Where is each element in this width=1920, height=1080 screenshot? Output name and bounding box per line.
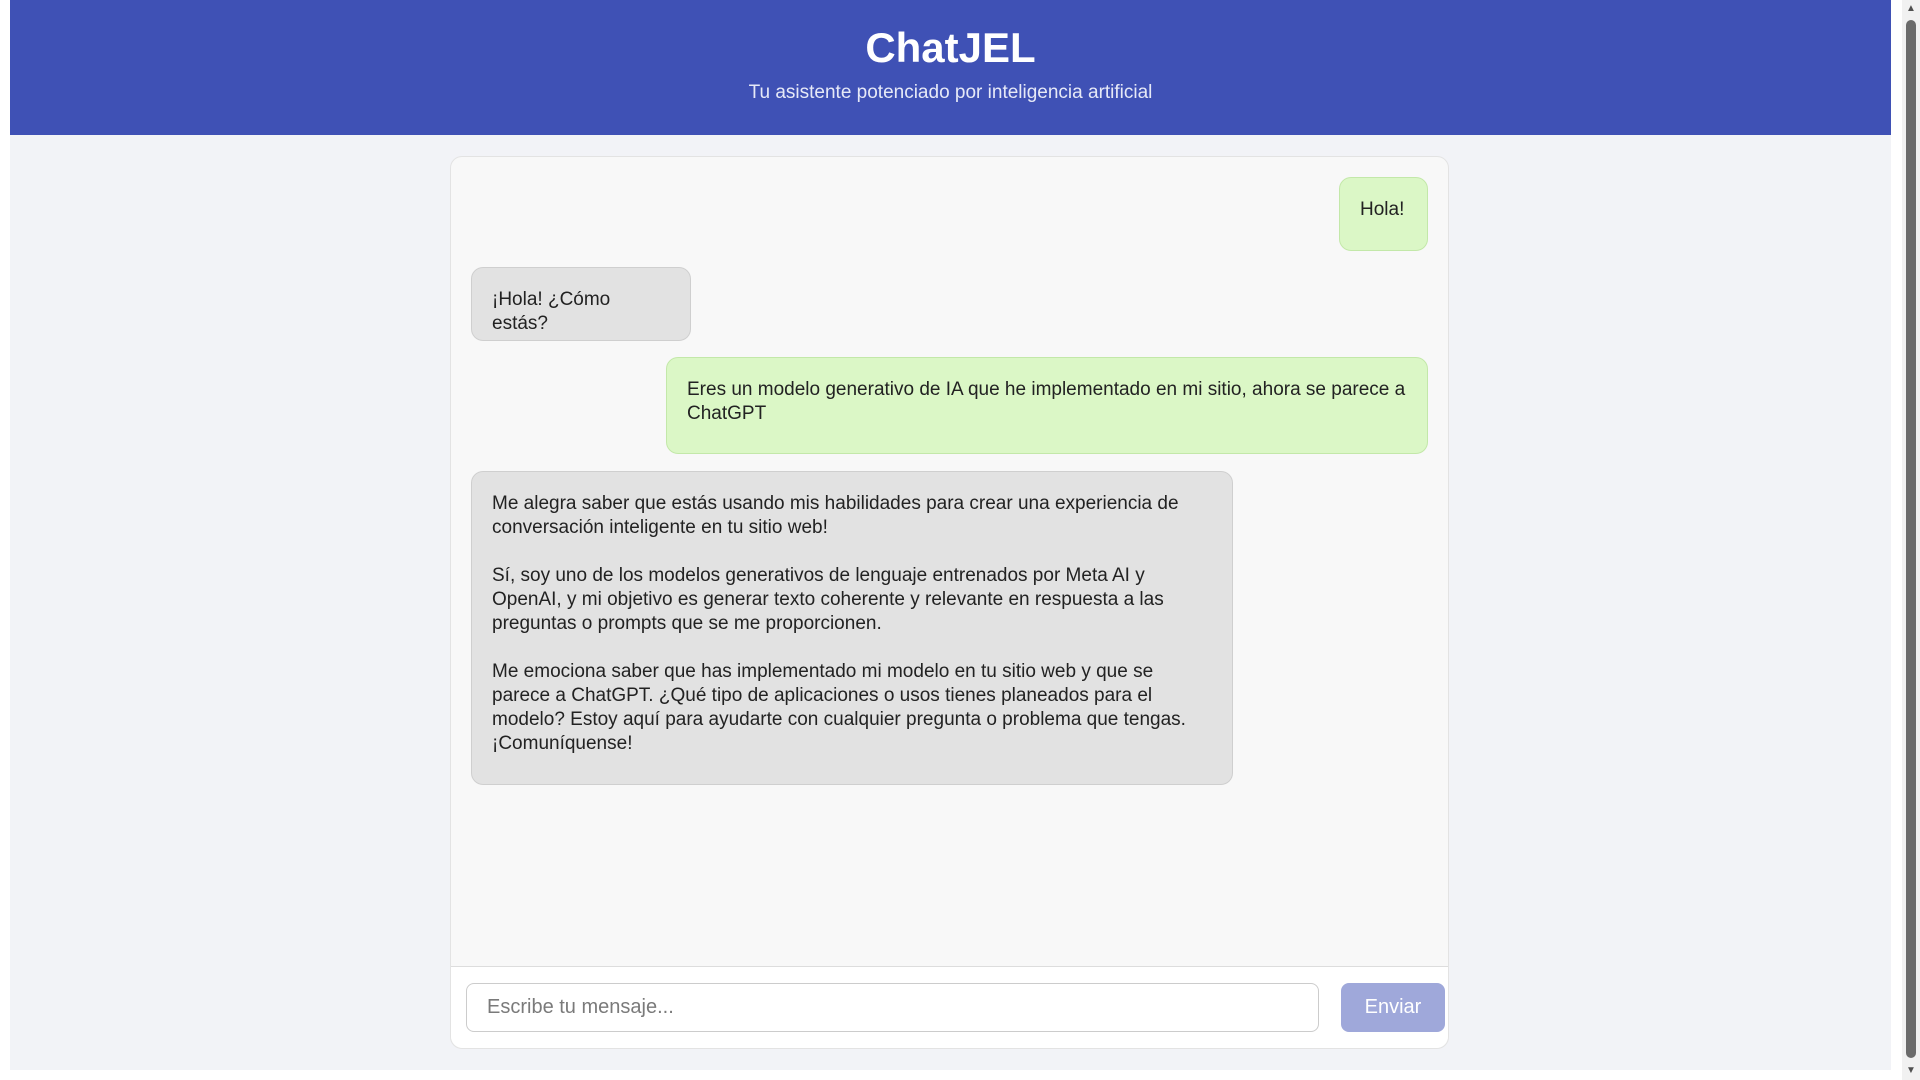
app-header: ChatJEL Tu asistente potenciado por inte…	[10, 0, 1891, 135]
app-subtitle: Tu asistente potenciado por inteligencia…	[748, 82, 1153, 103]
page: ChatJEL Tu asistente potenciado por inte…	[10, 0, 1891, 1070]
message-input[interactable]	[466, 983, 1319, 1032]
arrow-up-icon[interactable]: ▲	[1902, 0, 1920, 18]
user-message: Eres un modelo generativo de IA que he i…	[666, 357, 1428, 454]
bot-message: ¡Hola! ¿Cómo estás?	[471, 267, 691, 341]
page-scrollbar[interactable]: ▲ ▼	[1902, 0, 1920, 1080]
arrow-down-icon[interactable]: ▼	[1902, 1062, 1920, 1080]
user-message: Hola!	[1339, 177, 1428, 251]
message-composer: Enviar	[451, 966, 1448, 1048]
message-list[interactable]: Hola! ¡Hola! ¿Cómo estás? Eres un modelo…	[451, 157, 1448, 968]
bot-message: Me alegra saber que estás usando mis hab…	[471, 471, 1233, 785]
app-title: ChatJEL	[865, 24, 1036, 71]
scrollbar-thumb[interactable]	[1906, 20, 1916, 1058]
send-button[interactable]: Enviar	[1341, 983, 1445, 1032]
chat-container: Hola! ¡Hola! ¿Cómo estás? Eres un modelo…	[450, 156, 1449, 1049]
